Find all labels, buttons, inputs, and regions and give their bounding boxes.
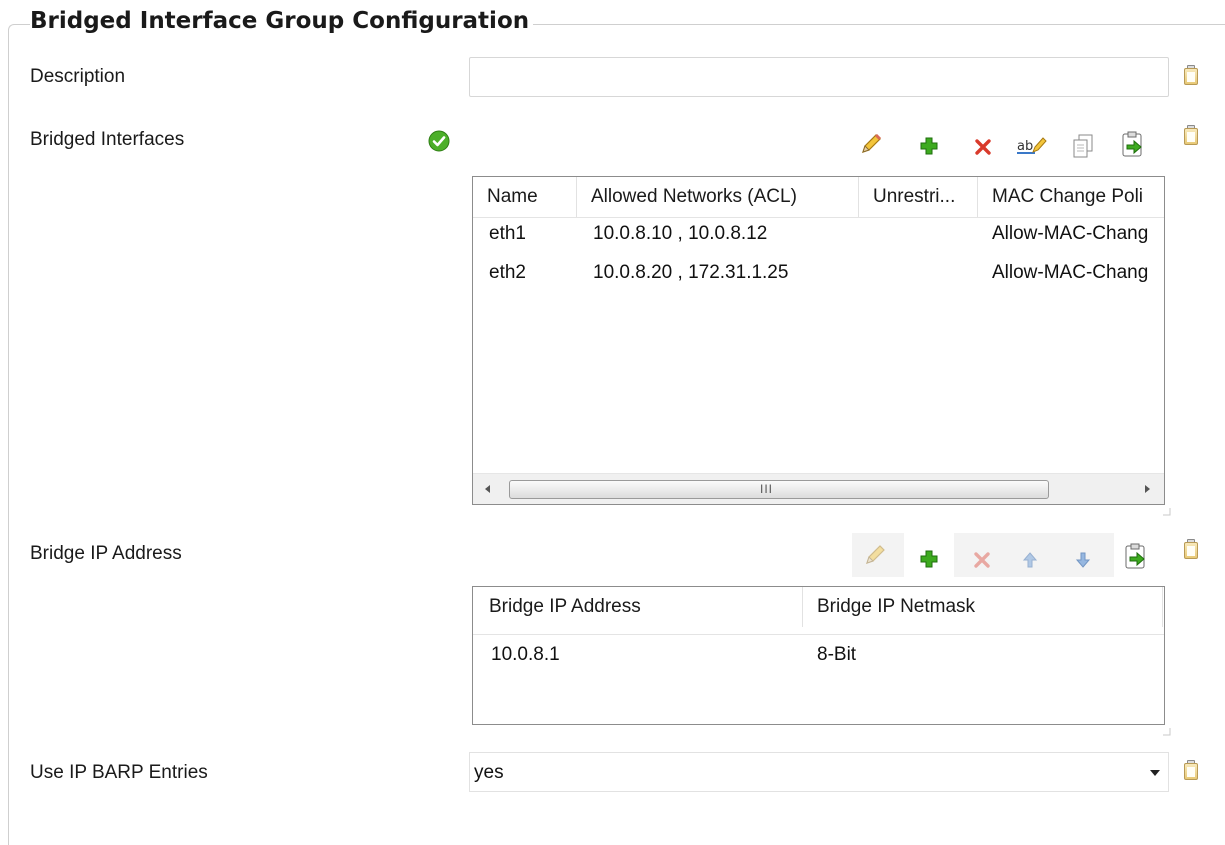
bridge-ip-table[interactable]: Bridge IP Address Bridge IP Netmask 10.0… — [472, 586, 1165, 725]
scrollbar-grip: III — [760, 482, 774, 496]
edit-icon[interactable] — [857, 130, 885, 158]
move-up-icon[interactable] — [1016, 546, 1044, 574]
add-icon[interactable] — [915, 132, 943, 160]
clipboard-icon[interactable] — [1184, 760, 1198, 780]
column-header-name[interactable]: Name — [473, 177, 577, 217]
paste-icon[interactable] — [1119, 131, 1147, 159]
header-divider — [473, 634, 1164, 635]
cell-name: eth2 — [489, 262, 526, 283]
cell-bridge-ip-address: 10.0.8.1 — [491, 644, 560, 665]
group-title: Bridged Interface Group Configuration — [30, 4, 534, 38]
column-header-mac-policy[interactable]: MAC Change Poli — [978, 177, 1164, 217]
bridged-interfaces-table[interactable]: Name Allowed Networks (ACL) Unrestri... … — [472, 176, 1165, 505]
bridge-ip-label: Bridge IP Address — [30, 543, 182, 564]
description-field[interactable] — [469, 57, 1169, 97]
clipboard-icon[interactable] — [1184, 539, 1198, 559]
column-header-bridge-ip-netmask[interactable]: Bridge IP Netmask — [803, 587, 1163, 627]
check-circle-icon — [428, 130, 450, 152]
header-divider — [473, 217, 1164, 218]
scroll-right-icon[interactable] — [1140, 482, 1154, 496]
rename-icon[interactable]: ab — [1015, 131, 1049, 159]
cell-name: eth1 — [489, 223, 526, 244]
description-label: Description — [30, 66, 126, 87]
clipboard-icon[interactable] — [1184, 65, 1198, 85]
paste-icon[interactable] — [1122, 543, 1150, 571]
column-header-unrestricted[interactable]: Unrestri... — [859, 177, 978, 217]
select-value: yes — [474, 762, 504, 783]
chevron-down-icon[interactable] — [1148, 766, 1162, 780]
bridged-interfaces-label: Bridged Interfaces — [30, 129, 185, 150]
delete-icon[interactable] — [969, 133, 997, 161]
add-icon[interactable] — [915, 545, 943, 573]
table-row[interactable]: eth1 10.0.8.10 , 10.0.8.12 Allow-MAC-Cha… — [473, 223, 1164, 249]
edit-icon[interactable] — [861, 541, 889, 569]
column-header-bridge-ip-address[interactable]: Bridge IP Address — [473, 587, 803, 627]
resize-grip-icon[interactable] — [1163, 723, 1171, 736]
clipboard-icon[interactable] — [1184, 125, 1198, 145]
use-ip-barp-label: Use IP BARP Entries — [30, 762, 208, 783]
cell-acl: 10.0.8.20 , 172.31.1.25 — [593, 262, 789, 283]
cell-mac-policy: Allow-MAC-Chang — [992, 223, 1149, 244]
svg-text:ab: ab — [1017, 139, 1033, 154]
cell-bridge-ip-netmask: 8-Bit — [817, 644, 857, 665]
table-row[interactable]: eth2 10.0.8.20 , 172.31.1.25 Allow-MAC-C… — [473, 262, 1164, 288]
table-row[interactable]: 10.0.8.1 8-Bit — [473, 644, 1164, 670]
resize-grip-icon[interactable] — [1163, 503, 1171, 516]
cell-mac-policy: Allow-MAC-Chang — [992, 262, 1149, 283]
column-header-acl[interactable]: Allowed Networks (ACL) — [577, 177, 859, 217]
scroll-left-icon[interactable] — [481, 482, 495, 496]
horizontal-scrollbar[interactable]: III — [473, 473, 1164, 504]
delete-icon[interactable] — [968, 546, 996, 574]
move-down-icon[interactable] — [1069, 546, 1097, 574]
copy-icon[interactable] — [1069, 132, 1097, 160]
scrollbar-thumb[interactable]: III — [509, 480, 1049, 499]
cell-acl: 10.0.8.10 , 10.0.8.12 — [593, 223, 768, 244]
use-ip-barp-select[interactable]: yes — [469, 752, 1169, 792]
